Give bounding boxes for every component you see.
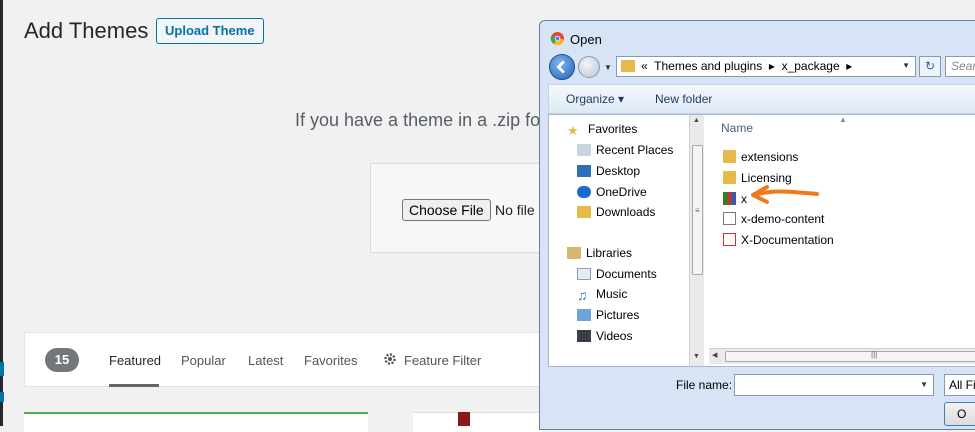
- forward-button[interactable]: [578, 56, 600, 78]
- breadcrumb: « Themes and plugins ▸ x_package ▸: [641, 59, 853, 73]
- scroll-left-icon: ◀: [712, 352, 718, 359]
- libraries-icon: [567, 247, 581, 259]
- upload-instructions: If you have a theme in a .zip for: [295, 110, 547, 130]
- theme-card[interactable]: [24, 412, 368, 432]
- file-item[interactable]: x: [723, 192, 747, 206]
- navigation-scrollbar[interactable]: ▲ ≡ ▼: [689, 115, 704, 366]
- nav-pictures[interactable]: Pictures: [577, 308, 639, 322]
- chrome-icon: [550, 31, 565, 46]
- file-list: ▲ Name extensions Licensing x x-demo-con…: [709, 115, 975, 366]
- file-name-label: File name:: [676, 378, 733, 392]
- nav-music[interactable]: ♫ Music: [577, 287, 627, 303]
- address-dropdown-icon[interactable]: ▼: [902, 61, 910, 70]
- history-dropdown-icon[interactable]: ▼: [604, 63, 612, 72]
- current-filter-indicator: [109, 384, 159, 387]
- back-arrow-icon: [556, 60, 565, 74]
- rar-archive-icon: [723, 192, 736, 205]
- theme-card[interactable]: [413, 412, 543, 432]
- chevron-down-icon: ▼: [920, 380, 928, 389]
- recent-places-icon: [577, 144, 591, 156]
- dialog-panes: ★ Favorites Recent Places Desktop OneDriv…: [548, 114, 975, 367]
- nav-onedrive[interactable]: OneDrive: [577, 185, 647, 199]
- documents-icon: [577, 268, 591, 280]
- nav-documents[interactable]: Documents: [577, 267, 657, 281]
- file-item[interactable]: extensions: [723, 150, 798, 164]
- scroll-thumb[interactable]: |||: [725, 350, 975, 362]
- nav-downloads[interactable]: Downloads: [577, 205, 655, 219]
- filter-latest[interactable]: Latest: [248, 353, 283, 368]
- theme-thumbnail: [458, 412, 470, 426]
- filter-favorites[interactable]: Favorites: [304, 353, 357, 368]
- choose-file-button[interactable]: Choose File: [402, 199, 491, 221]
- folder-icon: [621, 60, 635, 72]
- file-item[interactable]: X-Documentation: [723, 233, 834, 247]
- file-item[interactable]: x-demo-content: [723, 212, 824, 226]
- file-name-input[interactable]: ▼: [734, 374, 934, 396]
- navigation-pane: ★ Favorites Recent Places Desktop OneDriv…: [549, 115, 704, 366]
- filter-popular[interactable]: Popular: [181, 353, 226, 368]
- scroll-down-icon: ▼: [693, 353, 700, 360]
- scroll-up-icon: ▲: [693, 117, 700, 124]
- pdf-file-icon: [723, 233, 736, 246]
- search-input[interactable]: Sear: [945, 56, 975, 77]
- open-button[interactable]: O: [944, 402, 975, 426]
- open-file-dialog: Open ▼ « Themes and plugins ▸ x_package …: [539, 20, 975, 430]
- address-bar[interactable]: « Themes and plugins ▸ x_package ▸ ▼: [616, 56, 916, 77]
- sort-indicator-icon: ▲: [839, 115, 847, 124]
- file-list-scrollbar[interactable]: ◀ |||: [709, 348, 975, 364]
- downloads-folder-icon: [577, 206, 591, 218]
- dialog-toolbar: Organize ▾ New folder: [548, 84, 975, 114]
- theme-count-badge: 15: [45, 348, 79, 372]
- music-icon: ♫: [577, 287, 588, 303]
- sidebar-indicator: [0, 362, 4, 376]
- scroll-thumb[interactable]: ≡: [692, 145, 703, 275]
- folder-icon: [723, 150, 736, 163]
- file-type-select[interactable]: All Fil: [944, 374, 975, 396]
- upload-theme-button[interactable]: Upload Theme: [156, 18, 264, 44]
- desktop-icon: [577, 165, 591, 177]
- page-title: Add Themes: [24, 18, 149, 43]
- nav-recent-places[interactable]: Recent Places: [577, 143, 673, 157]
- nav-desktop[interactable]: Desktop: [577, 164, 640, 178]
- gear-icon[interactable]: [383, 352, 397, 366]
- column-header-name[interactable]: Name: [721, 121, 753, 135]
- dialog-title: Open: [570, 32, 602, 47]
- new-folder-button[interactable]: New folder: [655, 92, 712, 106]
- nav-videos[interactable]: Videos: [577, 329, 632, 343]
- pictures-icon: [577, 309, 591, 321]
- xml-file-icon: [723, 212, 736, 225]
- back-button[interactable]: [549, 54, 575, 80]
- breadcrumb-item[interactable]: Themes and plugins: [654, 59, 762, 73]
- annotation-arrow-icon: [751, 185, 819, 204]
- nav-favorites[interactable]: ★ Favorites: [567, 122, 637, 138]
- feature-filter-button[interactable]: Feature Filter: [404, 353, 481, 368]
- filter-featured[interactable]: Featured: [109, 353, 161, 368]
- star-icon: ★: [567, 123, 579, 138]
- breadcrumb-overflow[interactable]: «: [641, 59, 648, 73]
- sidebar-indicator-2: [0, 392, 4, 402]
- refresh-button[interactable]: ↻: [919, 56, 941, 77]
- folder-icon: [723, 171, 736, 184]
- videos-icon: [577, 330, 591, 342]
- nav-libraries[interactable]: Libraries: [567, 246, 632, 260]
- breadcrumb-item[interactable]: x_package: [782, 59, 840, 73]
- cloud-icon: [577, 186, 591, 198]
- theme-filter-bar: 15 Featured Popular Latest Favorites Fea…: [24, 332, 584, 387]
- organize-button[interactable]: Organize ▾: [566, 92, 624, 106]
- file-status: No file: [495, 202, 535, 218]
